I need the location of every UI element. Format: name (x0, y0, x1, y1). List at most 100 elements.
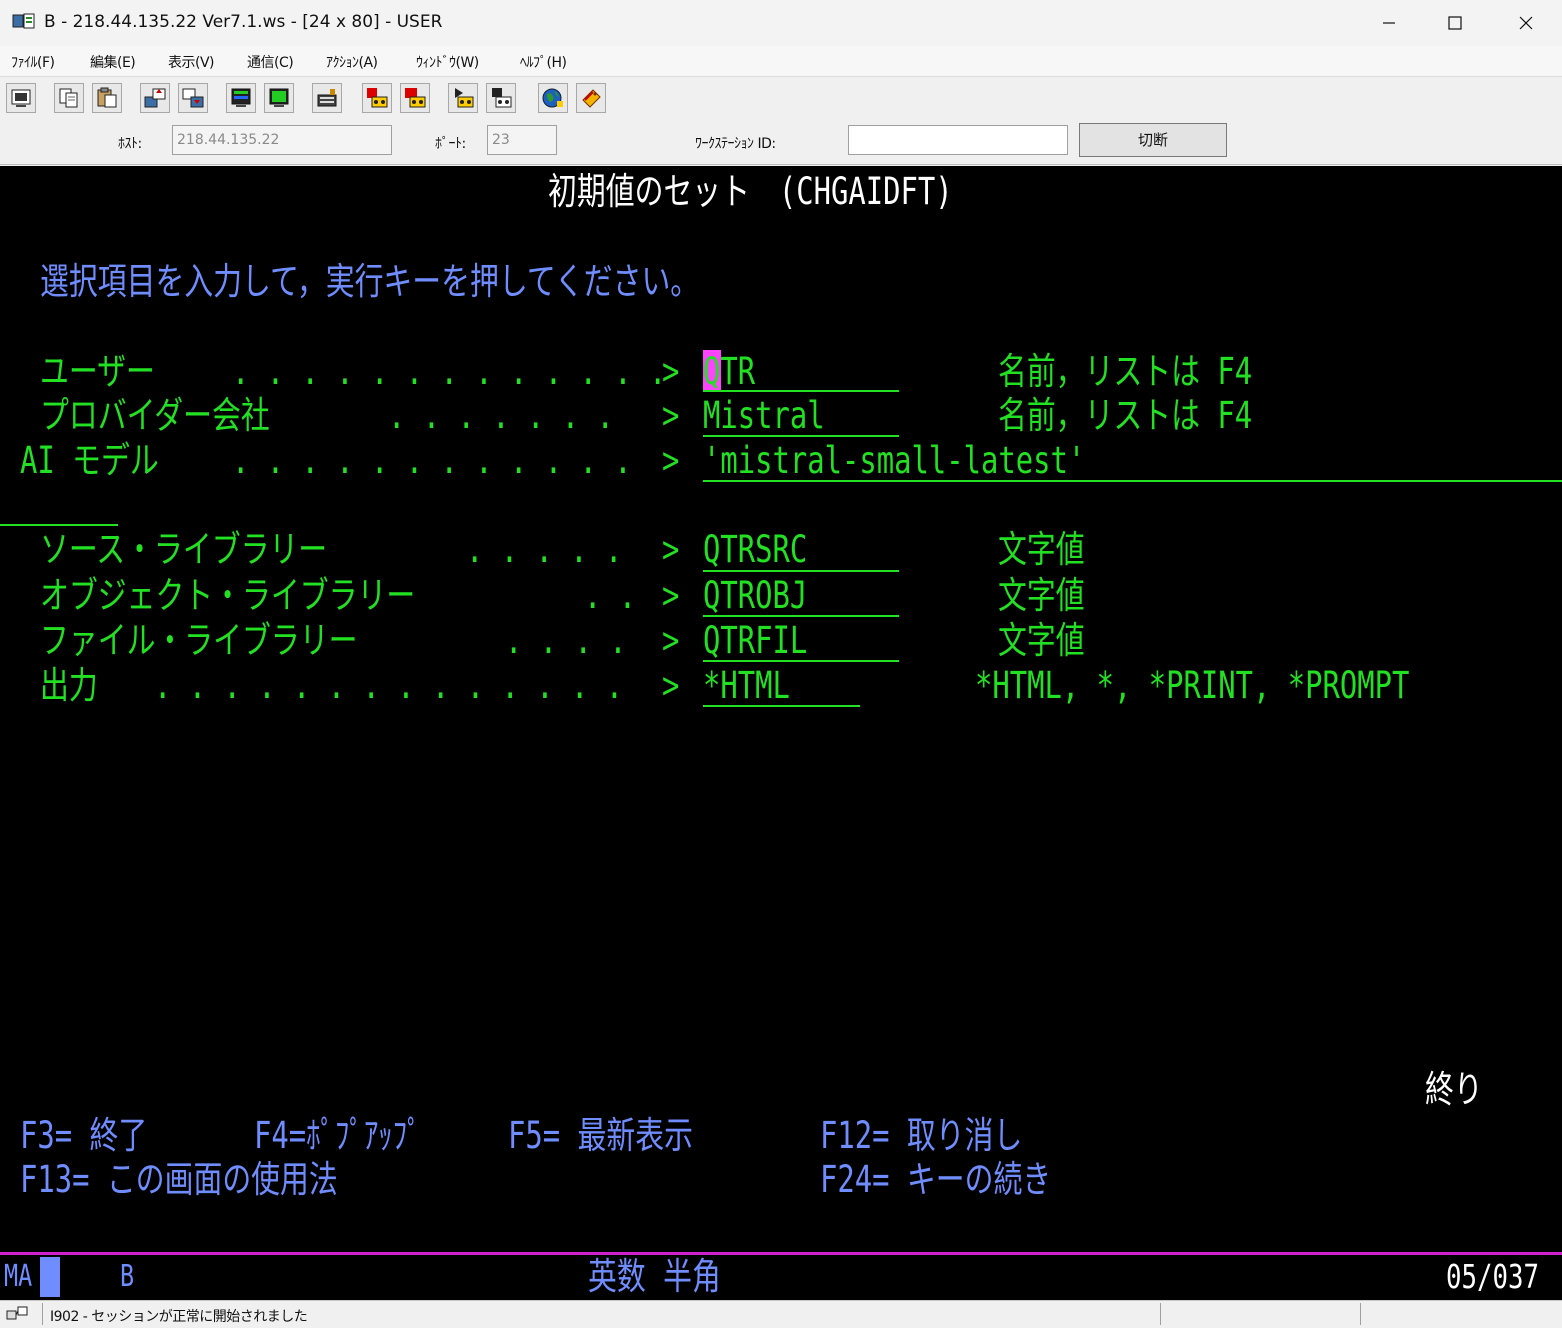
source-library-dots: . . . . . (466, 528, 623, 571)
provider-hint: 名前，リストは F4 (998, 394, 1253, 437)
end-indicator: 終り (1425, 1068, 1483, 1111)
copy-button[interactable] (54, 83, 84, 113)
workstation-id-field[interactable] (848, 125, 1068, 155)
keyboard-setup-icon (269, 88, 289, 107)
paste-button[interactable] (92, 83, 122, 113)
menu-window[interactable]: ｳｨﾝﾄﾞｳ(W) (416, 52, 479, 72)
menu-action[interactable]: ｱｸｼｮﾝ(A) (326, 52, 378, 72)
record-macro-icon (367, 88, 388, 108)
status-divider (42, 1303, 43, 1325)
status-bar: I902 - セッションが正常に開始されました (0, 1300, 1562, 1328)
prompt-marker: > (662, 619, 680, 662)
operator-info-area: MA B 英数 半角 05/037 (0, 1252, 1562, 1300)
keyboard-setup-button[interactable] (264, 83, 294, 113)
globe-button[interactable] (538, 83, 568, 113)
prompt-marker: > (662, 528, 680, 571)
status-divider (1160, 1303, 1161, 1325)
object-library-input[interactable]: QTROBJ (703, 576, 807, 616)
output-input[interactable]: *HTML (703, 666, 790, 706)
minimize-button[interactable] (1356, 0, 1422, 46)
print-screen-button[interactable] (6, 83, 36, 113)
provider-label: プロバイダー会社 (40, 394, 270, 437)
prompt-marker: > (662, 574, 680, 617)
object-library-label: オブジェクト・ライブラリー (40, 574, 416, 617)
f13-help-key[interactable]: F13= この画面の使用法 (20, 1160, 338, 1200)
pause-macro-icon (492, 88, 512, 108)
minimize-icon (1383, 22, 1395, 24)
object-library-input-underline (703, 615, 899, 617)
f4-prompt-key[interactable]: F4=ﾎﾟﾌﾟｱｯﾌﾟ (254, 1116, 422, 1156)
output-dots: . . . . . . . . . . . . . . (154, 664, 624, 707)
help-button[interactable] (576, 83, 606, 113)
macro-button[interactable] (312, 83, 342, 113)
model-input[interactable]: 'mistral-small-latest' (703, 441, 1085, 481)
copy-icon (59, 88, 78, 108)
f3-exit-key[interactable]: F3= 終了 (20, 1116, 147, 1156)
connection-bar: ﾎｽﾄ: 218.44.135.22 ﾎﾟｰﾄ: 23 ﾜｰｸｽﾃｰｼｮﾝ ID… (0, 120, 1562, 165)
port-field[interactable]: 23 (487, 125, 557, 155)
display-setup-button[interactable] (226, 83, 256, 113)
model-label: AI モデル (20, 439, 159, 482)
play-macro-button[interactable] (448, 83, 478, 113)
source-library-input-underline (703, 570, 899, 572)
maximize-icon (1448, 16, 1462, 30)
menu-communication[interactable]: 通信(C) (247, 52, 294, 72)
menu-help[interactable]: ﾍﾙﾌﾟ(H) (520, 52, 567, 72)
file-library-dots: . . . . (505, 619, 627, 662)
provider-input[interactable]: Mistral (703, 396, 825, 436)
f12-cancel-key[interactable]: F12= 取り消し (820, 1116, 1022, 1156)
oia-indicator-block (40, 1257, 60, 1297)
oia-session-indicator: B (120, 1259, 135, 1294)
provider-input-underline (703, 435, 899, 437)
source-library-input[interactable]: QTRSRC (703, 530, 807, 570)
workstation-id-label: ﾜｰｸｽﾃｰｼｮﾝ ID: (695, 136, 776, 152)
menu-file[interactable]: ﾌｧｲﾙ(F) (11, 52, 55, 72)
play-macro-icon (455, 88, 474, 108)
stop-macro-button[interactable] (400, 83, 430, 113)
menu-edit[interactable]: 編集(E) (90, 52, 136, 72)
user-input[interactable]: QTR (703, 352, 755, 392)
object-library-hint: 文字値 (998, 574, 1085, 617)
port-label: ﾎﾟｰﾄ: (435, 136, 466, 152)
globe-icon (542, 88, 563, 108)
print-screen-icon (11, 89, 31, 107)
file-library-hint: 文字値 (998, 619, 1085, 662)
record-macro-button[interactable] (362, 83, 392, 113)
host-field[interactable]: 218.44.135.22 (172, 125, 392, 155)
screen-instruction: 選択項目を入力して，実行キーを押してください。 (40, 260, 700, 303)
prompt-marker: > (662, 394, 680, 437)
output-label: 出力 (40, 664, 98, 707)
status-message: I902 - セッションが正常に開始されました (50, 1309, 308, 1325)
receive-file-button[interactable] (178, 83, 208, 113)
screen-title: 初期値のセット (CHGAIDFT) (548, 170, 953, 213)
session-status-icon (6, 1306, 28, 1320)
user-label: ユーザー (40, 350, 155, 393)
file-library-label: ファイル・ライブラリー (40, 619, 358, 662)
maximize-button[interactable] (1422, 0, 1488, 46)
menu-view[interactable]: 表示(V) (168, 52, 215, 72)
prompt-marker: > (662, 350, 680, 393)
stop-macro-icon (405, 88, 426, 108)
file-library-input[interactable]: QTRFIL (703, 621, 807, 661)
close-icon (1519, 16, 1533, 30)
source-library-label: ソース・ライブラリー (40, 528, 328, 571)
terminal-screen[interactable]: 初期値のセット (CHGAIDFT) 選択項目を入力して，実行キーを押してくださ… (0, 166, 1562, 1252)
toolbar (0, 78, 1562, 121)
receive-file-icon (182, 88, 204, 108)
model-input-underline-continued (0, 524, 118, 526)
pause-macro-button[interactable] (486, 83, 516, 113)
close-button[interactable] (1493, 0, 1559, 46)
prompt-marker: > (662, 439, 680, 482)
model-dots: . . . . . . . . . . . . (232, 439, 632, 482)
app-icon (12, 13, 35, 29)
help-icon (582, 89, 601, 108)
send-file-button[interactable] (140, 83, 170, 113)
output-hint: *HTML, *, *PRINT, *PROMPT (975, 664, 1410, 707)
disconnect-button[interactable]: 切断 (1079, 123, 1227, 157)
user-input-underline (703, 390, 899, 392)
f24-more-keys-key[interactable]: F24= キーの続き (820, 1160, 1051, 1200)
f5-refresh-key[interactable]: F5= 最新表示 (508, 1116, 693, 1156)
object-library-dots: . . (584, 574, 637, 617)
source-library-hint: 文字値 (998, 528, 1085, 571)
macro-icon (317, 89, 337, 107)
